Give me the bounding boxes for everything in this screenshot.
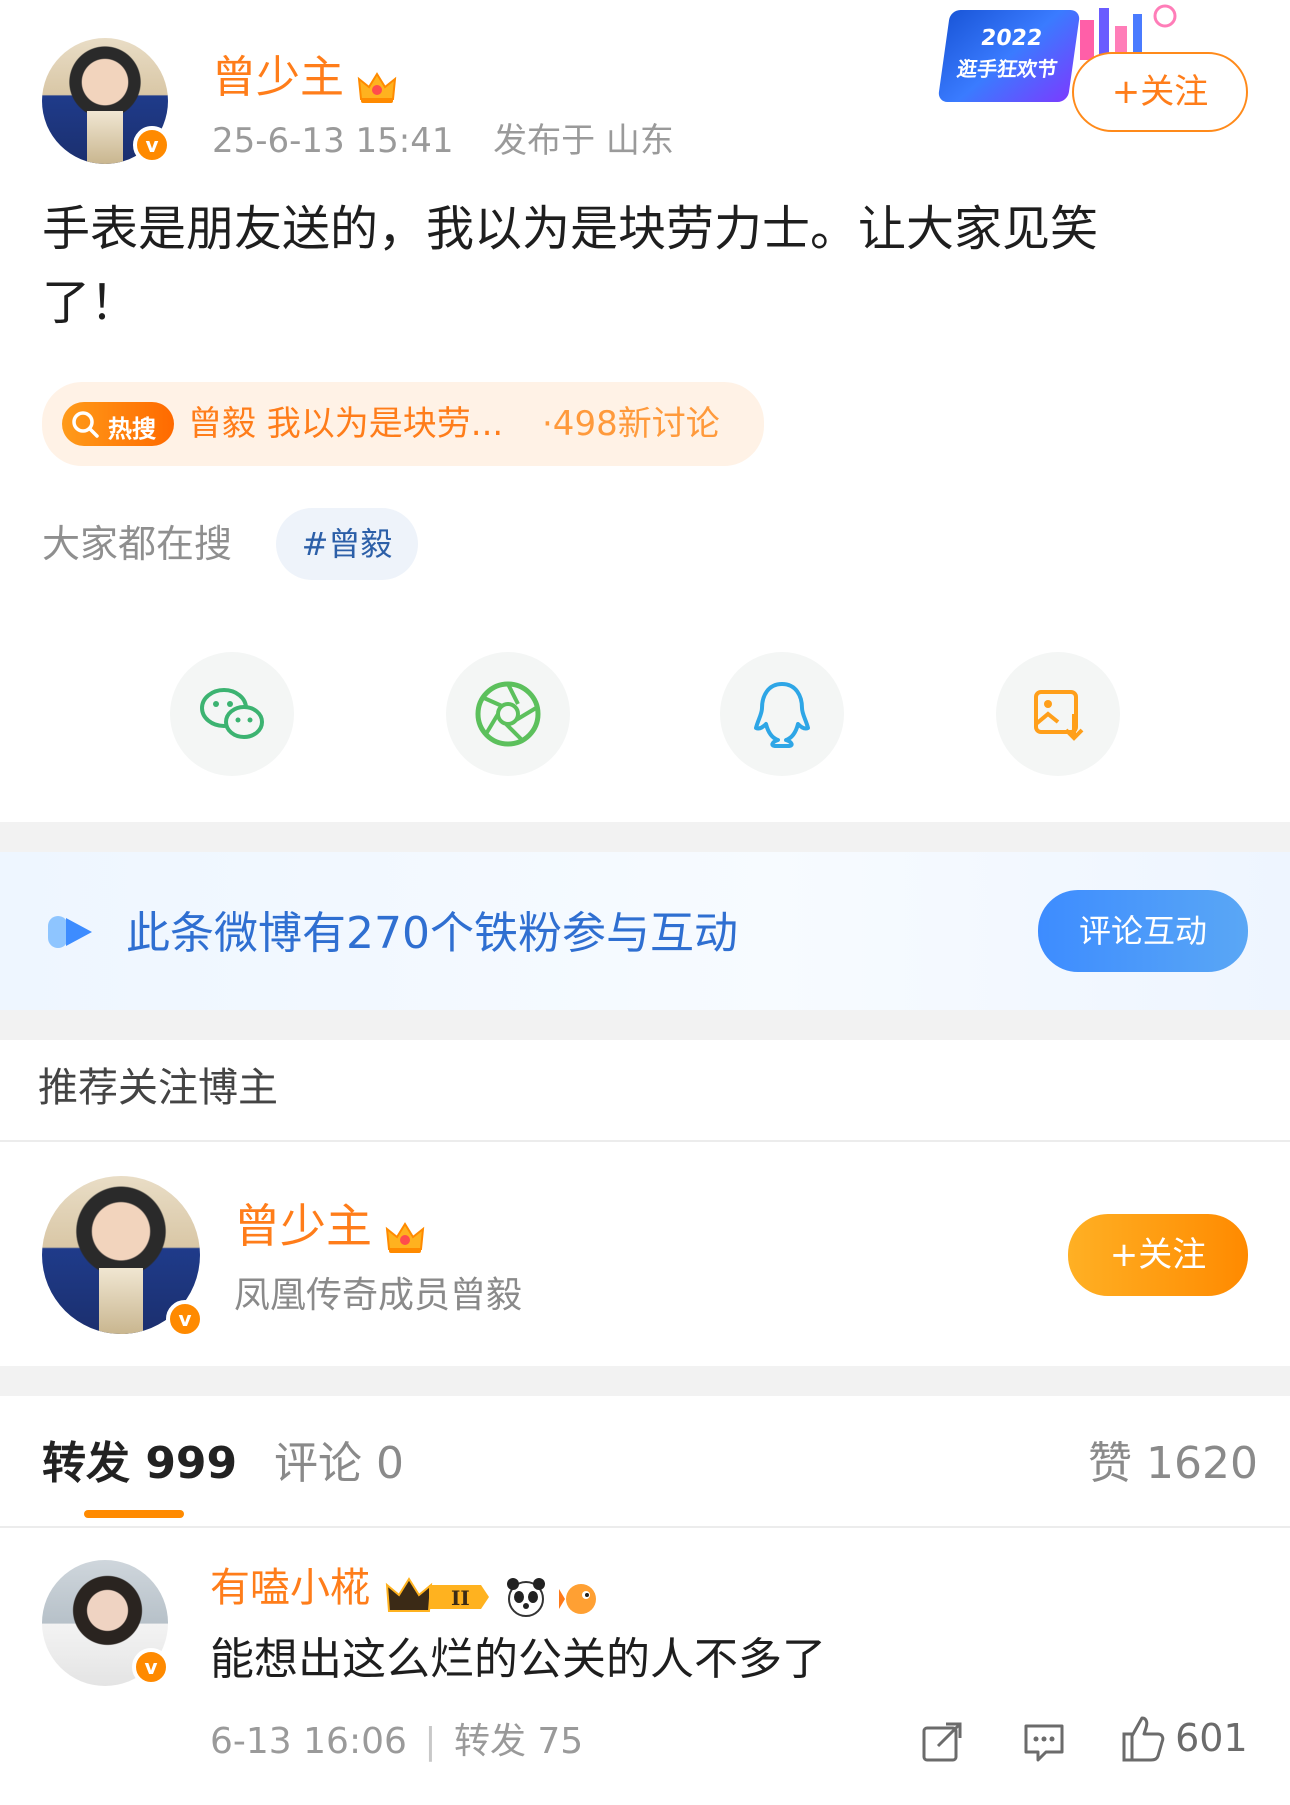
follow-button[interactable]: +关注 (1072, 52, 1248, 132)
share-wechat-button[interactable] (170, 652, 294, 776)
post-content-line1: 手表是朋友送的，我以为是块劳力士。让大家见笑 (42, 201, 1099, 257)
section-separator (0, 822, 1290, 852)
fans-banner-text: 此条微博有270个铁粉参与互动 (126, 908, 738, 959)
panda-icon (507, 1577, 546, 1617)
reposter-verified-badge-icon: v (132, 1648, 170, 1686)
topic-chip[interactable]: #曾毅 (276, 508, 418, 580)
reposter-name-row[interactable]: 有嗑小椛 II (210, 1560, 601, 1617)
vip-level-badge-icon: II (385, 1576, 490, 1612)
banner-text: 逛手狂欢节 (955, 57, 1059, 81)
recommend-verified-badge-icon: v (166, 1300, 204, 1338)
post-location: 发布于 山东 (493, 121, 674, 161)
hot-search-tag-label: 热搜 (108, 415, 156, 443)
svg-text:II: II (451, 1586, 470, 1610)
comment-interact-button[interactable]: 评论互动 (1038, 890, 1248, 972)
post-content: 手表是朋友送的，我以为是块劳力士。让大家见笑 了！ (42, 192, 1242, 340)
hot-search-tag: 热搜 (62, 402, 174, 446)
wechat-icon (200, 688, 264, 739)
tabs-divider (0, 1526, 1290, 1528)
reposter-name[interactable]: 有嗑小椛 (210, 1565, 370, 1611)
moments-icon (475, 681, 541, 747)
share-moments-button[interactable] (446, 652, 570, 776)
tab-comment[interactable]: 评论 0 (274, 1434, 404, 1494)
post-content-line2: 了！ (42, 275, 139, 331)
share-qq-button[interactable] (720, 652, 844, 776)
save-image-icon (1034, 690, 1084, 741)
tab-repost[interactable]: 转发 999 (42, 1434, 237, 1494)
verified-badge-icon: v (133, 126, 171, 164)
fish-icon (559, 1583, 597, 1614)
repost-text: 能想出这么烂的公关的人不多了 (210, 1634, 826, 1685)
fans-interaction-banner[interactable]: 此条微博有270个铁粉参与互动 评论互动 (0, 852, 1290, 1010)
recommend-desc: 凤凰传奇成员曾毅 (234, 1275, 523, 1316)
recommend-follow-button[interactable]: +关注 (1068, 1214, 1248, 1296)
author-name[interactable]: 曾少主 (212, 52, 344, 103)
like-count: 601 (1175, 1716, 1248, 1760)
recommend-name[interactable]: 曾少主 (234, 1199, 372, 1253)
save-image-button[interactable] (996, 652, 1120, 776)
recommend-name-row[interactable]: 曾少主 (234, 1196, 425, 1256)
search-label: 大家都在搜 (42, 522, 233, 566)
share-out-icon[interactable] (918, 1718, 966, 1766)
banner-year: 2022 (979, 26, 1044, 51)
author-name-row[interactable]: 曾少主 (212, 48, 397, 108)
event-banner[interactable]: 2022 逛手狂欢节 (937, 10, 1081, 102)
search-icon (72, 411, 99, 438)
repost-time: 6-13 16:06 (210, 1721, 407, 1762)
fans-indicator-icon (48, 916, 92, 948)
section-separator (0, 1366, 1290, 1396)
comment-icon[interactable] (1020, 1718, 1068, 1766)
tab-like[interactable]: 赞 1620 (1088, 1434, 1258, 1494)
repost-meta: 6-13 16:06 | 转发 75 (210, 1716, 583, 1768)
vip-crown-icon (357, 71, 397, 103)
recommend-divider (0, 1140, 1290, 1142)
tab-active-underline (84, 1510, 184, 1518)
post-meta: 25-6-13 15:41 发布于 山东 (212, 118, 674, 164)
like-control[interactable]: 601 (1118, 1712, 1248, 1764)
section-separator (0, 1010, 1290, 1040)
hot-search-pill[interactable]: 热搜 曾毅 我以为是块劳... ·498新讨论 (42, 382, 764, 466)
recommend-section-title: 推荐关注博主 (38, 1065, 278, 1111)
vip-crown-icon (385, 1221, 425, 1253)
repost-count: 转发 75 (453, 1721, 584, 1762)
qq-icon (754, 682, 810, 748)
thumbs-up-icon (1122, 1716, 1165, 1762)
hot-search-count: ·498新讨论 (542, 404, 720, 444)
post-time: 25-6-13 15:41 (212, 121, 454, 161)
meta-divider: | (424, 1721, 437, 1762)
hot-search-title: 曾毅 我以为是块劳... (188, 404, 504, 444)
banner-city-decoration (1075, 0, 1185, 60)
